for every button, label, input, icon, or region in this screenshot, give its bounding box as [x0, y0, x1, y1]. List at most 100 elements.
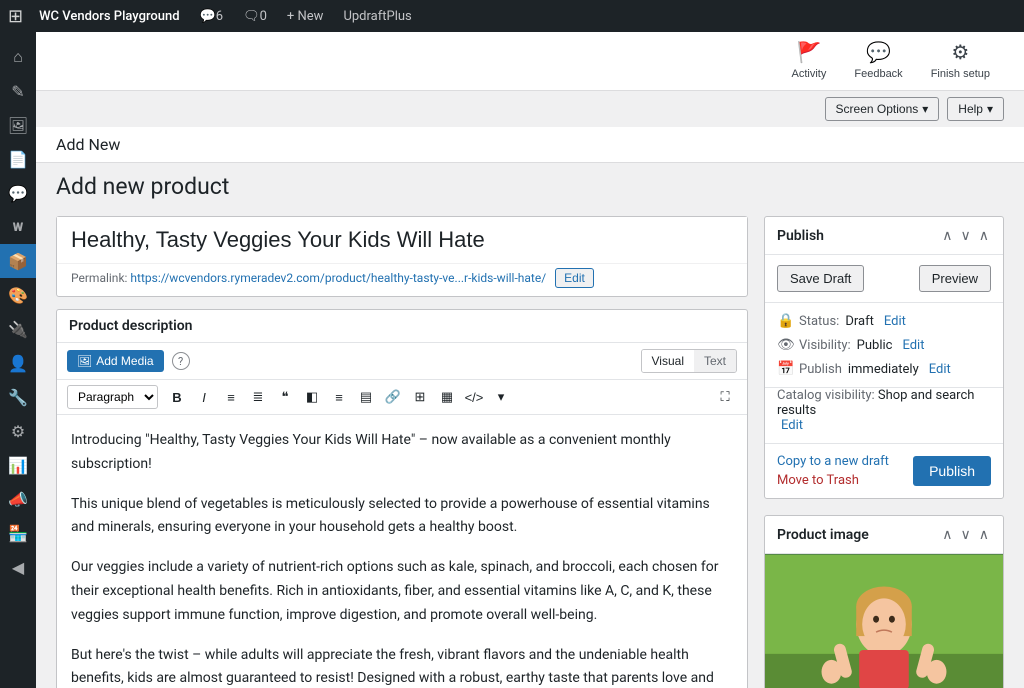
editor-content[interactable]: Introducing "Healthy, Tasty Veggies Your…	[57, 415, 747, 688]
save-draft-button[interactable]: Save Draft	[777, 265, 864, 292]
publish-links: Copy to a new draft Move to Trash	[777, 454, 889, 488]
adminbar-site-name[interactable]: WC Vendors Playground	[31, 0, 187, 32]
visual-tab[interactable]: Visual	[642, 350, 694, 372]
insert-table-button[interactable]: ⊞	[408, 385, 432, 409]
status-row: 🔒 Status: Draft Edit	[777, 313, 991, 329]
ordered-list-button[interactable]: ≣	[246, 385, 270, 409]
screen-options-chevron-icon: ▾	[922, 102, 928, 116]
align-center-button[interactable]: ≡	[327, 385, 351, 409]
sidebar-item-dashboard[interactable]: ⌂	[0, 40, 36, 74]
sidebar-column: Publish ∧ ∨ ∧ Save Draft Preview	[764, 216, 1004, 688]
text-tab[interactable]: Text	[694, 350, 736, 372]
product-image-container[interactable]	[765, 554, 1003, 688]
visibility-value: Public	[857, 338, 893, 353]
preview-button[interactable]: Preview	[919, 265, 991, 292]
sidebar-item-settings[interactable]: ⚙	[0, 414, 36, 448]
sidebar-item-products[interactable]: 📦	[0, 244, 36, 278]
post-body: Permalink: https://wcvendors.rymeradev2.…	[56, 216, 1004, 688]
publish-button[interactable]: Publish	[913, 456, 991, 486]
title-div: Permalink: https://wcvendors.rymeradev2.…	[56, 216, 748, 297]
paragraph-select[interactable]: Paragraph	[67, 385, 158, 409]
adminbar-chat[interactable]: 🗨 0	[235, 0, 275, 32]
catalog-edit-link[interactable]: Edit	[781, 418, 803, 433]
product-image-box-header: Product image ∧ ∨ ∧	[765, 516, 1003, 554]
help-button[interactable]: Help ▾	[947, 97, 1004, 121]
add-media-button[interactable]: 🖼 Add Media	[67, 350, 164, 372]
editor-help-button[interactable]: ?	[172, 352, 190, 370]
post-title-input[interactable]	[57, 217, 747, 263]
product-description-box: Product description 🖼 Add Media ?	[56, 309, 748, 688]
wp-head-top: 🚩 Activity 💬 Feedback ⚙ Finish setup	[36, 32, 1024, 91]
blockquote-button[interactable]: ❝	[273, 385, 297, 409]
product-image-collapse-up-button[interactable]: ∧	[940, 524, 954, 545]
visibility-icon: 👁	[777, 337, 793, 353]
italic-button[interactable]: I	[192, 385, 216, 409]
page-heading: Add new product	[56, 173, 1004, 200]
bold-button[interactable]: B	[165, 385, 189, 409]
publish-collapse-down-button[interactable]: ∨	[959, 225, 973, 246]
adminbar-comments[interactable]: 💬 6	[192, 0, 232, 32]
status-value: Draft	[845, 314, 874, 329]
expand-editor-button[interactable]: ⛶	[713, 385, 737, 409]
permalink-url[interactable]: https://wcvendors.rymeradev2.com/product…	[130, 271, 546, 285]
sidebar-item-pages[interactable]: 📄	[0, 142, 36, 176]
wp-logo[interactable]: ⊞	[8, 6, 23, 27]
sidebar-item-comments[interactable]: 💬	[0, 176, 36, 210]
publish-close-button[interactable]: ∧	[977, 225, 991, 246]
align-left-button[interactable]: ◧	[300, 385, 324, 409]
move-trash-link[interactable]: Move to Trash	[777, 473, 889, 488]
admin-bar: ⊞ WC Vendors Playground 💬 6 🗨 0 + New Up…	[0, 0, 1024, 32]
publish-collapse-up-button[interactable]: ∧	[940, 225, 954, 246]
publish-bottom: Copy to a new draft Move to Trash Publis…	[765, 444, 1003, 498]
visibility-edit-link[interactable]: Edit	[902, 338, 924, 353]
wpbody-header: Add New	[36, 127, 1024, 163]
publish-meta: 🔒 Status: Draft Edit 👁 Visibility: Publi…	[765, 303, 1003, 388]
screen-options-button[interactable]: Screen Options ▾	[825, 97, 940, 121]
code-button[interactable]: </>	[462, 385, 486, 409]
publish-time-edit-link[interactable]: Edit	[929, 362, 951, 377]
adminbar-updraftplus[interactable]: UpdraftPlus	[335, 0, 419, 32]
catalog-label: Catalog visibility:	[777, 388, 875, 403]
insert-column-button[interactable]: ▦	[435, 385, 459, 409]
visual-text-tabs: Visual Text	[641, 349, 737, 373]
wpbody-content: Add new product Permalink: https://wcven…	[36, 163, 1024, 688]
publish-box-controls: ∧ ∨ ∧	[940, 225, 991, 246]
sidebar-item-appearance[interactable]: 🎨	[0, 278, 36, 312]
align-right-button[interactable]: ▤	[354, 385, 378, 409]
permalink-label: Permalink:	[71, 271, 127, 285]
edit-slug-button[interactable]: Edit	[555, 268, 594, 288]
header-icons: 🚩 Activity 💬 Feedback ⚙ Finish setup	[778, 32, 1004, 90]
sidebar-item-analytics[interactable]: 📊	[0, 448, 36, 482]
adminbar-new[interactable]: + New	[279, 0, 332, 32]
publish-box-header: Publish ∧ ∨ ∧	[765, 217, 1003, 255]
link-button[interactable]: 🔗	[381, 385, 405, 409]
sidebar-item-marketing[interactable]: 📣	[0, 482, 36, 516]
editor-format-bar: Paragraph B I ≡ ≣ ❝ ◧ ≡ ▤ 🔗 ⊞	[57, 380, 747, 415]
admin-menu: ⌂ ✎ 🖼 📄 💬 W 📦 🎨 🔌 👤 🔧 ⚙ 📊 📣 🏪 ◀	[0, 32, 36, 688]
status-icon: 🔒	[777, 313, 793, 329]
sidebar-item-media[interactable]: 🖼	[0, 108, 36, 142]
sidebar-item-vendors[interactable]: 🏪	[0, 516, 36, 550]
product-image-close-button[interactable]: ∧	[977, 524, 991, 545]
sidebar-collapse-button[interactable]: ◀	[0, 550, 36, 584]
activity-button[interactable]: 🚩 Activity	[778, 32, 841, 90]
sidebar-item-plugins[interactable]: 🔌	[0, 312, 36, 346]
wp-layout: ⌂ ✎ 🖼 📄 💬 W 📦 🎨 🔌 👤 🔧 ⚙ 📊 📣 🏪 ◀ 🚩 Activi…	[0, 32, 1024, 688]
add-media-icon: 🖼	[77, 354, 92, 368]
product-image-collapse-down-button[interactable]: ∨	[959, 524, 973, 545]
help-chevron-icon: ▾	[987, 102, 993, 116]
publish-time-value: immediately	[848, 362, 919, 377]
sidebar-item-posts[interactable]: ✎	[0, 74, 36, 108]
sidebar-item-tools[interactable]: 🔧	[0, 380, 36, 414]
unordered-list-button[interactable]: ≡	[219, 385, 243, 409]
content-paragraph-3: Our veggies include a variety of nutrien…	[71, 556, 733, 627]
copy-draft-link[interactable]: Copy to a new draft	[777, 454, 889, 469]
sidebar-item-users[interactable]: 👤	[0, 346, 36, 380]
feedback-button[interactable]: 💬 Feedback	[840, 32, 916, 90]
publish-actions: Save Draft Preview	[765, 255, 1003, 303]
status-edit-link[interactable]: Edit	[884, 314, 906, 329]
sidebar-item-woocommerce[interactable]: W	[0, 210, 36, 244]
finish-setup-button[interactable]: ⚙ Finish setup	[917, 32, 1004, 90]
content-paragraph-1: Introducing "Healthy, Tasty Veggies Your…	[71, 429, 733, 477]
more-button[interactable]: ▾	[489, 385, 513, 409]
